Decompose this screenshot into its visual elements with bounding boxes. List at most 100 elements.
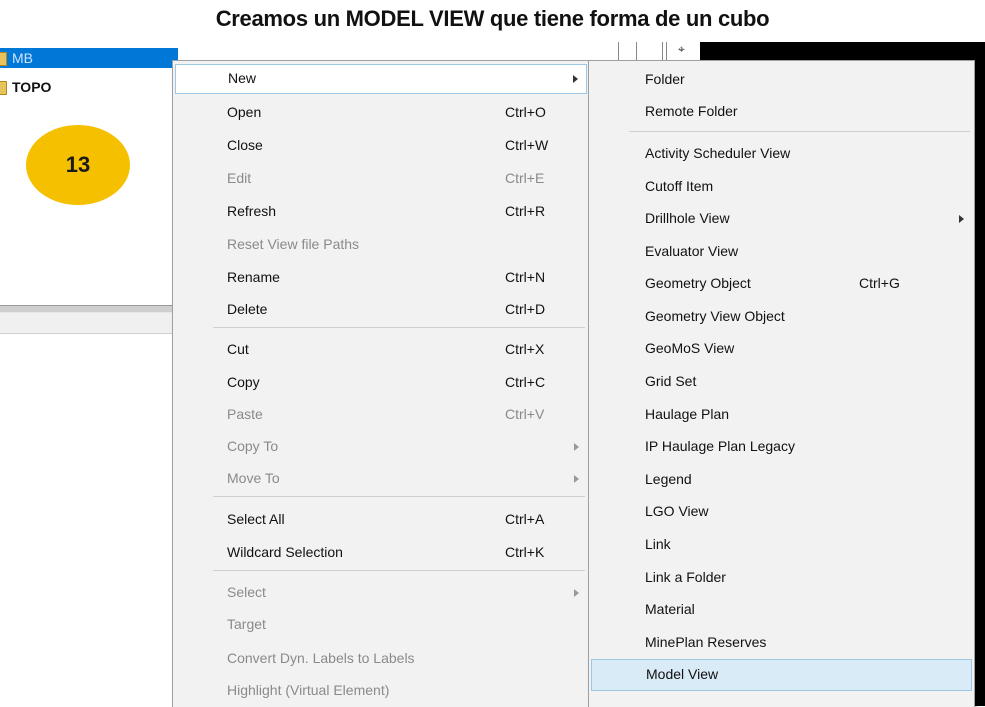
tree-item-topo[interactable]: TOPO: [0, 76, 170, 98]
submenu-item-cutoff-item[interactable]: Cutoff Item: [591, 173, 972, 201]
submenu-item-activity-scheduler-view[interactable]: Activity Scheduler View: [591, 140, 972, 168]
tree-item-label: TOPO: [12, 79, 52, 95]
menu-item-label: Close: [227, 137, 263, 153]
menu-item-copy[interactable]: Copy Ctrl+C: [175, 369, 587, 397]
menu-item-label: Remote Folder: [645, 103, 738, 119]
tree-item-label: MB: [12, 50, 33, 66]
menu-item-shortcut: Ctrl+A: [505, 511, 545, 527]
menu-item-copy-to[interactable]: Copy To: [175, 433, 587, 461]
submenu-item-folder[interactable]: Folder: [591, 66, 972, 94]
menu-item-label: Select All: [227, 511, 285, 527]
panel-header: [0, 313, 178, 334]
menu-item-label: Legend: [645, 471, 692, 487]
menu-item-close[interactable]: Close Ctrl+W: [175, 132, 587, 160]
menu-item-cut[interactable]: Cut Ctrl+X: [175, 336, 587, 364]
submenu-item-material[interactable]: Material: [591, 596, 972, 624]
menu-item-shortcut: Ctrl+N: [505, 269, 546, 285]
menu-item-label: Edit: [227, 170, 252, 186]
context-menu: New Open Ctrl+O Close Ctrl+W Edit Ctrl+E…: [172, 60, 590, 707]
menu-item-label: Geometry View Object: [645, 308, 785, 324]
menu-item-label: Link: [645, 536, 671, 552]
menu-item-target[interactable]: Target: [175, 611, 587, 639]
menu-item-move-to[interactable]: Move To: [175, 465, 587, 493]
menu-item-label: MinePlan Reserves: [645, 634, 767, 650]
submenu-item-grid-set[interactable]: Grid Set: [591, 368, 972, 396]
pin-icon[interactable]: ⌖: [678, 42, 692, 56]
menu-item-label: Folder: [645, 71, 685, 87]
slide-title: Creamos un MODEL VIEW que tiene forma de…: [215, 6, 770, 31]
menu-item-convert-dyn-labels[interactable]: Convert Dyn. Labels to Labels: [175, 645, 587, 673]
submenu-item-link[interactable]: Link: [591, 531, 972, 559]
menu-item-edit[interactable]: Edit Ctrl+E: [175, 165, 587, 193]
menu-item-label: Delete: [227, 301, 268, 317]
menu-item-label: Cut: [227, 341, 249, 357]
menu-item-label: Drillhole View: [645, 210, 730, 226]
menu-item-shortcut: Ctrl+V: [505, 406, 545, 422]
menu-item-rename[interactable]: Rename Ctrl+N: [175, 264, 587, 292]
menu-item-label: Copy: [227, 374, 260, 390]
toolbar-separator: [666, 42, 667, 60]
menu-item-label: Select: [227, 584, 266, 600]
submenu-arrow-icon: [573, 75, 578, 83]
menu-item-label: Link a Folder: [645, 569, 726, 585]
submenu-item-lgo-view[interactable]: LGO View: [591, 498, 972, 526]
menu-item-label: Convert Dyn. Labels to Labels: [227, 650, 415, 666]
new-submenu: Folder Remote Folder Activity Scheduler …: [588, 60, 975, 707]
menu-item-refresh[interactable]: Refresh Ctrl+R: [175, 198, 587, 226]
menu-item-label: Target: [227, 616, 266, 632]
menu-item-label: Refresh: [227, 203, 277, 219]
submenu-item-geometry-object[interactable]: Geometry Object Ctrl+G: [591, 270, 972, 298]
tree-item-mb[interactable]: MB: [0, 48, 178, 68]
menu-item-shortcut: Ctrl+C: [505, 374, 546, 390]
menu-item-new[interactable]: New: [175, 64, 587, 94]
submenu-item-evaluator-view[interactable]: Evaluator View: [591, 238, 972, 266]
menu-item-label: Open: [227, 104, 262, 120]
submenu-item-drillhole-view[interactable]: Drillhole View: [591, 205, 972, 233]
menu-item-shortcut: Ctrl+E: [505, 170, 545, 186]
menu-item-label: Geometry Object: [645, 275, 751, 291]
submenu-item-link-a-folder[interactable]: Link a Folder: [591, 564, 972, 592]
menu-item-label: Paste: [227, 406, 263, 422]
menu-item-shortcut: Ctrl+O: [505, 104, 546, 120]
submenu-item-legend[interactable]: Legend: [591, 466, 972, 494]
menu-item-label: Evaluator View: [645, 243, 739, 259]
submenu-item-ip-haulage-plan-legacy[interactable]: IP Haulage Plan Legacy: [591, 433, 972, 461]
menu-separator: [213, 327, 585, 328]
menu-item-label: New: [228, 70, 257, 86]
menu-item-label: Activity Scheduler View: [645, 145, 791, 161]
menu-item-select-all[interactable]: Select All Ctrl+A: [175, 506, 587, 534]
panel-splitter[interactable]: [0, 305, 178, 313]
menu-item-paste[interactable]: Paste Ctrl+V: [175, 401, 587, 429]
submenu-item-remote-folder[interactable]: Remote Folder: [591, 98, 972, 126]
submenu-arrow-icon: [574, 589, 579, 597]
menu-item-wildcard-selection[interactable]: Wildcard Selection Ctrl+K: [175, 539, 587, 567]
menu-item-shortcut: Ctrl+X: [505, 341, 545, 357]
menu-item-open[interactable]: Open Ctrl+O: [175, 99, 587, 127]
menu-item-delete[interactable]: Delete Ctrl+D: [175, 296, 587, 324]
menu-item-reset-view-file-paths[interactable]: Reset View file Paths: [175, 231, 587, 259]
submenu-arrow-icon: [574, 443, 579, 451]
submenu-item-mineplan-reserves[interactable]: MinePlan Reserves: [591, 629, 972, 657]
menu-item-label: Rename: [227, 269, 280, 285]
menu-item-label: Highlight (Virtual Element): [227, 682, 390, 698]
menu-item-highlight-virtual-element[interactable]: Highlight (Virtual Element): [175, 677, 587, 705]
menu-item-label: Material: [645, 601, 695, 617]
step-badge: 13: [26, 125, 130, 205]
folder-icon: [0, 81, 7, 95]
menu-item-shortcut: Ctrl+D: [505, 301, 546, 317]
toolbar-separator: [618, 42, 619, 60]
menu-item-label: Model View: [646, 666, 719, 682]
menu-item-label: Reset View file Paths: [227, 236, 360, 252]
menu-item-label: Grid Set: [645, 373, 697, 389]
submenu-item-geometry-view-object[interactable]: Geometry View Object: [591, 303, 972, 331]
submenu-arrow-icon: [959, 215, 964, 223]
menu-separator: [629, 131, 970, 132]
menu-item-label: Cutoff Item: [645, 178, 714, 194]
submenu-item-haulage-plan[interactable]: Haulage Plan: [591, 401, 972, 429]
menu-item-select[interactable]: Select: [175, 579, 587, 607]
submenu-item-geomos-view[interactable]: GeoMoS View: [591, 335, 972, 363]
submenu-arrow-icon: [574, 475, 579, 483]
menu-item-label: Move To: [227, 470, 280, 486]
submenu-item-model-view[interactable]: Model View: [591, 659, 972, 691]
menu-item-label: Wildcard Selection: [227, 544, 343, 560]
